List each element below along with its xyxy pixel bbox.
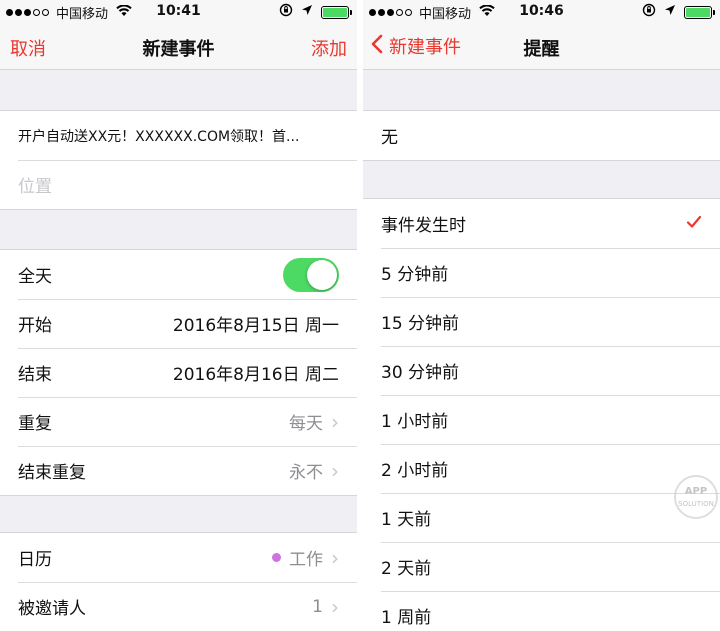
invitees-label: 被邀请人 — [18, 599, 86, 619]
end-repeat-value: 永不 — [289, 463, 323, 483]
calendar-row[interactable]: 日历 工作 › — [0, 533, 357, 582]
alert-option-none[interactable]: 无 — [363, 111, 720, 160]
title-location-group: 开户自动送XX元！XXXXXX.COM领取！首... 位置 — [0, 110, 357, 210]
calendar-color-dot — [272, 553, 281, 562]
alert-option-row[interactable]: 2 小时前 — [363, 444, 720, 493]
chevron-right-icon: › — [331, 458, 339, 483]
alert-screen: 中国移动 10:46 新建事件 提醒 无 事件发生时 5 分钟前 15 分钟前 … — [363, 0, 720, 631]
chevron-right-icon: › — [331, 409, 339, 434]
alert-option-row[interactable]: 2 天前 — [363, 542, 720, 591]
nav-bar: 取消 新建事件 添加 — [0, 24, 357, 70]
checkmark-icon — [686, 213, 702, 234]
calendar-value: 工作 — [289, 550, 323, 570]
calendar-label: 日历 — [18, 550, 52, 570]
alert-option-row[interactable]: 1 天前 — [363, 493, 720, 542]
battery-icon — [684, 5, 715, 19]
repeat-label: 重复 — [18, 414, 52, 434]
alert-option-label: 无 — [381, 128, 398, 148]
status-bar: 中国移动 10:46 — [363, 0, 720, 24]
end-label: 结束 — [18, 365, 52, 385]
title-field[interactable]: 开户自动送XX元！XXXXXX.COM领取！首... — [0, 111, 357, 160]
alert-option-row[interactable]: 15 分钟前 — [363, 297, 720, 346]
location-arrow-icon — [664, 4, 676, 20]
event-title-text: 开户自动送XX元！XXXXXX.COM领取！首... — [18, 128, 300, 145]
start-row[interactable]: 开始 2016年8月15日 周一 — [0, 299, 357, 348]
alert-options-group: 事件发生时 5 分钟前 15 分钟前 30 分钟前 1 小时前 2 小时前 1 天前 2 天前… — [363, 198, 720, 631]
battery-icon — [321, 5, 352, 19]
alert-option-label: 事件发生时 — [381, 216, 466, 236]
alert-option-label: 1 小时前 — [381, 412, 449, 432]
status-bar: 中国移动 10:41 — [0, 0, 357, 24]
none-group: 无 — [363, 110, 720, 161]
start-label: 开始 — [18, 316, 52, 336]
end-row[interactable]: 结束 2016年8月16日 周二 — [0, 348, 357, 397]
repeat-value: 每天 — [289, 414, 323, 434]
invitees-row[interactable]: 被邀请人 1 › — [0, 582, 357, 631]
alert-option-label: 15 分钟前 — [381, 314, 460, 334]
calendar-group: 日历 工作 › 被邀请人 1 › — [0, 532, 357, 631]
page-title: 提醒 — [523, 39, 560, 60]
page-title: 新建事件 — [142, 39, 215, 60]
start-value: 2016年8月15日 周一 — [172, 316, 339, 336]
all-day-row: 全天 — [0, 250, 357, 299]
location-placeholder: 位置 — [18, 177, 52, 197]
alert-option-row[interactable]: 1 小时前 — [363, 395, 720, 444]
alert-option-row[interactable]: 5 分钟前 — [363, 248, 720, 297]
location-field[interactable]: 位置 — [0, 160, 357, 209]
add-button[interactable]: 添加 — [311, 35, 347, 61]
location-arrow-icon — [301, 4, 313, 20]
alert-option-label: 1 周前 — [381, 608, 432, 628]
alert-option-label: 5 分钟前 — [381, 265, 449, 285]
repeat-row[interactable]: 重复 每天 › — [0, 397, 357, 446]
nav-bar: 新建事件 提醒 — [363, 24, 720, 70]
new-event-screen: 中国移动 10:41 取消 新建事件 添加 开户自动送XX元！XXXXXX.CO… — [0, 0, 357, 631]
alert-option-label: 2 小时前 — [381, 461, 449, 481]
all-day-toggle[interactable] — [283, 257, 339, 292]
orientation-lock-icon — [642, 3, 656, 21]
watermark-logo: APP SOLUTION — [674, 475, 718, 519]
invitees-count: 1 — [312, 596, 323, 617]
end-repeat-row[interactable]: 结束重复 永不 › — [0, 446, 357, 495]
chevron-right-icon: › — [331, 545, 339, 570]
end-value: 2016年8月16日 周二 — [172, 365, 339, 385]
chevron-right-icon: › — [331, 594, 339, 619]
end-repeat-label: 结束重复 — [18, 463, 86, 483]
all-day-label: 全天 — [18, 267, 52, 287]
alert-option-row[interactable]: 1 周前 — [363, 591, 720, 631]
alert-option-label: 30 分钟前 — [381, 363, 460, 383]
alert-option-row[interactable]: 事件发生时 — [363, 199, 720, 248]
date-time-group: 全天 开始 2016年8月15日 周一 结束 2016年8月16日 周二 重复 … — [0, 249, 357, 496]
alert-option-row[interactable]: 30 分钟前 — [363, 346, 720, 395]
alert-option-label: 1 天前 — [381, 510, 432, 530]
alert-option-label: 2 天前 — [381, 559, 432, 579]
orientation-lock-icon — [279, 3, 293, 21]
